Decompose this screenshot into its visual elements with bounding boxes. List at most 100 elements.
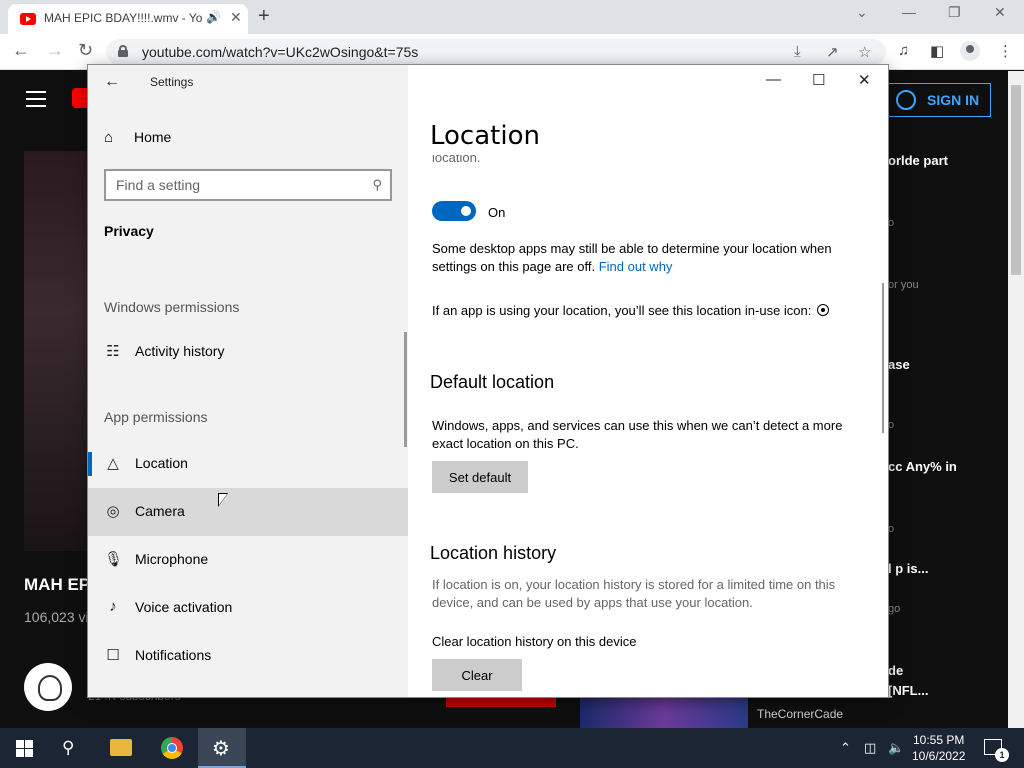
media-controls-icon[interactable]: ♫ <box>898 42 909 59</box>
close-window-icon[interactable]: ✕ <box>994 4 1006 21</box>
chevron-up-icon[interactable]: ⌃ <box>840 740 851 756</box>
activity-history-icon: ☷ <box>106 343 120 360</box>
in-use-text: If an app is using your location, you’ll… <box>432 303 812 318</box>
settings-window: ← Settings ⌂ Home Find a setting ⚲ Privac… <box>88 65 888 697</box>
in-use-note: If an app is using your location, you’ll… <box>432 302 872 320</box>
sidebar-item-notifications[interactable]: ☐ Notifications <box>88 632 408 680</box>
clock-date: 10/6/2022 <box>912 749 966 763</box>
sidebar-item-label: Microphone <box>135 551 209 567</box>
scrolled-text-label: location. <box>432 155 481 165</box>
new-tab-button[interactable]: + <box>258 5 270 28</box>
folder-icon <box>110 739 132 756</box>
sidebar-item-label: Voice activation <box>135 599 233 615</box>
related-video-title[interactable]: l p is... <box>888 561 928 576</box>
related-video-title[interactable]: orlde part <box>888 153 948 168</box>
search-icon: ⚲ <box>372 177 382 192</box>
side-panel-icon[interactable]: ◧ <box>930 42 944 60</box>
browser-tab[interactable]: MAH EPIC BDAY!!!!.wmv - Yo 🔊 ✕ <box>8 4 248 34</box>
microphone-icon: 🎙 <box>104 551 124 568</box>
youtube-favicon-icon <box>20 13 36 25</box>
default-location-desc: Windows, apps, and services can use this… <box>432 418 843 451</box>
tab-search-chevron-icon[interactable]: ⌄ <box>856 4 868 21</box>
lock-icon[interactable] <box>118 45 128 57</box>
network-icon[interactable]: ◫ <box>864 740 876 756</box>
url-text[interactable]: youtube.com/watch?v=UKc2wOsingo&t=75s <box>142 44 418 60</box>
scrollbar-thumb[interactable] <box>1011 85 1021 275</box>
menu-kebab-icon[interactable]: ⋮ <box>998 42 1013 60</box>
category-title: Privacy <box>104 223 154 239</box>
sidebar-item-voice-activation[interactable]: ♪ Voice activation <box>88 584 408 632</box>
group-heading: Windows permissions <box>104 299 240 315</box>
tab-close-icon[interactable]: ✕ <box>230 9 242 26</box>
minimize-icon[interactable]: — <box>902 4 916 20</box>
location-toggle[interactable] <box>432 201 476 221</box>
settings-sidebar: ← Settings ⌂ Home Find a setting ⚲ Privac… <box>88 65 408 697</box>
sidebar-scrollbar[interactable] <box>404 332 407 447</box>
sidebar-item-microphone[interactable]: 🎙 Microphone <box>88 536 408 584</box>
clear-button[interactable]: Clear <box>432 659 522 691</box>
file-explorer-button[interactable] <box>98 728 146 768</box>
content-scrollbar[interactable] <box>882 283 884 433</box>
windows-start-icon[interactable] <box>16 740 33 757</box>
chrome-icon <box>161 737 183 759</box>
related-video-title[interactable]: cc Any% in <box>888 459 957 474</box>
clear-history-label: Clear location history on this device <box>432 634 637 649</box>
video-player[interactable] <box>24 151 90 551</box>
forward-arrow-icon[interactable]: → <box>46 40 64 61</box>
back-arrow-icon[interactable]: ← <box>104 73 120 91</box>
related-video-channel: TheCornerCade <box>757 707 844 721</box>
chrome-button[interactable] <box>148 728 196 768</box>
minimize-icon[interactable]: — <box>766 71 781 88</box>
default-location-heading: Default location <box>430 372 555 392</box>
related-video-meta: o <box>888 419 895 431</box>
settings-content: — ☐ ✕ Location location. On Some desktop… <box>408 65 888 697</box>
video-title: MAH EP <box>24 575 91 594</box>
notification-badge: 1 <box>995 748 1009 762</box>
close-icon[interactable]: ✕ <box>858 71 871 89</box>
install-icon[interactable]: ⤓ <box>794 43 801 60</box>
related-video-title[interactable]: de <box>888 663 903 678</box>
sidebar-item-label: Camera <box>135 503 185 519</box>
sidebar-item-camera[interactable]: ◎ Camera <box>88 488 408 536</box>
settings-search-input[interactable]: Find a setting ⚲ <box>104 169 392 201</box>
sidebar-item-location[interactable]: △ Location <box>88 440 408 488</box>
settings-taskbar-button[interactable]: ⚙ <box>198 728 246 768</box>
view-count: 106,023 vi <box>24 609 89 625</box>
taskbar-search-icon[interactable]: ⚲ <box>62 738 74 758</box>
sidebar-item-activity-history[interactable]: ☷ Activity history <box>88 328 408 376</box>
share-icon[interactable]: ↗ <box>826 43 839 61</box>
location-icon: △ <box>107 455 119 472</box>
related-video-title[interactable]: [NFL... <box>888 683 928 698</box>
group-heading: App permissions <box>104 409 208 425</box>
profile-avatar-icon[interactable] <box>960 41 980 61</box>
back-arrow-icon[interactable]: ← <box>12 40 30 61</box>
volume-icon[interactable]: 🔈 <box>888 740 904 756</box>
user-icon <box>896 90 916 110</box>
related-video-thumbnail[interactable] <box>580 697 748 728</box>
find-out-why-link[interactable]: Find out why <box>599 259 673 274</box>
hamburger-menu-icon[interactable] <box>26 91 46 112</box>
location-history-heading: Location history <box>430 543 557 563</box>
home-label: Home <box>134 129 172 145</box>
page-scrollbar[interactable] <box>1008 71 1024 728</box>
sidebar-item-label: Activity history <box>135 343 225 359</box>
location-in-use-icon <box>817 304 830 316</box>
related-video-title[interactable]: ase <box>888 357 910 372</box>
channel-avatar[interactable] <box>24 663 72 711</box>
desktop-apps-note: Some desktop apps may still be able to d… <box>432 240 872 276</box>
bookmark-star-icon[interactable]: ☆ <box>858 43 871 61</box>
maximize-icon[interactable]: ☐ <box>812 71 825 89</box>
clock[interactable]: 10:55 PM 10/6/2022 <box>912 732 965 764</box>
address-bar[interactable]: youtube.com/watch?v=UKc2wOsingo&t=75s ⤓ … <box>106 39 886 65</box>
home-link[interactable]: ⌂ Home <box>104 129 171 146</box>
set-default-button[interactable]: Set default <box>432 461 528 493</box>
sign-in-button[interactable]: SIGN IN <box>886 83 991 117</box>
notifications-icon: ☐ <box>106 647 120 664</box>
reload-icon[interactable]: ↻ <box>78 40 93 61</box>
restore-icon[interactable]: ❐ <box>948 4 961 21</box>
related-video-meta: o <box>888 217 895 229</box>
sign-in-label: SIGN IN <box>927 92 980 108</box>
toggle-state-label: On <box>488 205 506 220</box>
speaker-icon[interactable]: 🔊 <box>206 10 221 24</box>
page-title: Location <box>430 121 540 151</box>
